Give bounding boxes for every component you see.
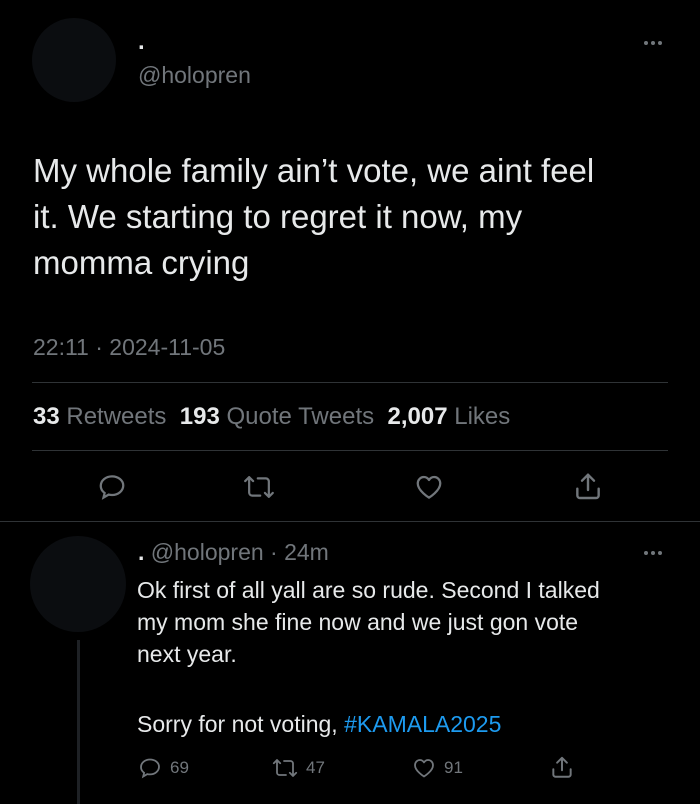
retweet-icon: [272, 759, 298, 777]
retweet-button[interactable]: [243, 472, 275, 502]
tweet-text-line: it. We starting to regret it now, my: [33, 198, 523, 235]
reply-button[interactable]: [97, 472, 127, 502]
reply-share-button[interactable]: [549, 754, 575, 780]
share-icon: [552, 756, 572, 778]
retweet-count: 47: [306, 758, 325, 777]
reply-more-options-icon[interactable]: [640, 548, 666, 558]
share-icon: [576, 473, 600, 500]
reply-icon: [140, 758, 160, 779]
share-button[interactable]: [572, 470, 604, 502]
reply-text-line: my mom she fine now and we just gon vote: [137, 609, 579, 635]
reply-handle[interactable]: @holopren: [151, 539, 264, 565]
like-icon: [414, 759, 434, 778]
tweet-stats: 33 Retweets 193 Quote Tweets 2,007 Likes: [33, 403, 510, 431]
reply-reply-button[interactable]: 69: [138, 756, 189, 780]
hashtag-link[interactable]: #KAMALA2025: [344, 711, 501, 737]
reply-text-line: next year.: [137, 641, 237, 667]
tweet-text-line: My whole family ain’t vote, we aint feel: [33, 152, 595, 189]
tweet-text-line: momma crying: [33, 244, 250, 281]
reply-author-avatar[interactable]: [30, 536, 126, 632]
reply-like-button[interactable]: 91: [412, 756, 463, 780]
like-button[interactable]: [414, 472, 444, 502]
more-options-icon[interactable]: [640, 38, 666, 48]
reply-time[interactable]: · 24m: [270, 539, 329, 565]
divider: [32, 382, 668, 383]
tweet-text: My whole family ain’t vote, we aint feel…: [33, 148, 594, 286]
quote-tweets-stat[interactable]: 193 Quote Tweets: [180, 403, 374, 430]
reply-count: 69: [170, 758, 189, 777]
like-count: 91: [444, 758, 463, 777]
reply-icon: [99, 475, 125, 500]
thread-line: [77, 640, 80, 804]
reply-text: Ok first of all yall are so rude. Second…: [137, 574, 600, 670]
reply-closing-line: Sorry for not voting, #KAMALA2025: [137, 708, 501, 740]
divider: [32, 450, 668, 451]
author-avatar[interactable]: [32, 18, 116, 102]
reply-header: . @holopren · 24m: [138, 539, 329, 566]
likes-stat[interactable]: 2,007 Likes: [387, 403, 510, 430]
reply-text-line: Ok first of all yall are so rude. Second…: [137, 577, 600, 603]
retweets-stat[interactable]: 33 Retweets: [33, 403, 166, 430]
retweet-icon: [244, 476, 274, 498]
divider: [0, 521, 700, 522]
like-icon: [416, 475, 442, 499]
author-handle[interactable]: @holopren: [138, 62, 251, 89]
reply-retweet-button[interactable]: 47: [272, 756, 325, 780]
author-display-name[interactable]: .: [138, 28, 145, 56]
reply-closing-text: Sorry for not voting,: [137, 711, 345, 737]
tweet-timestamp[interactable]: 22:11 · 2024-11-05: [33, 334, 225, 361]
reply-display-name[interactable]: .: [138, 539, 144, 565]
